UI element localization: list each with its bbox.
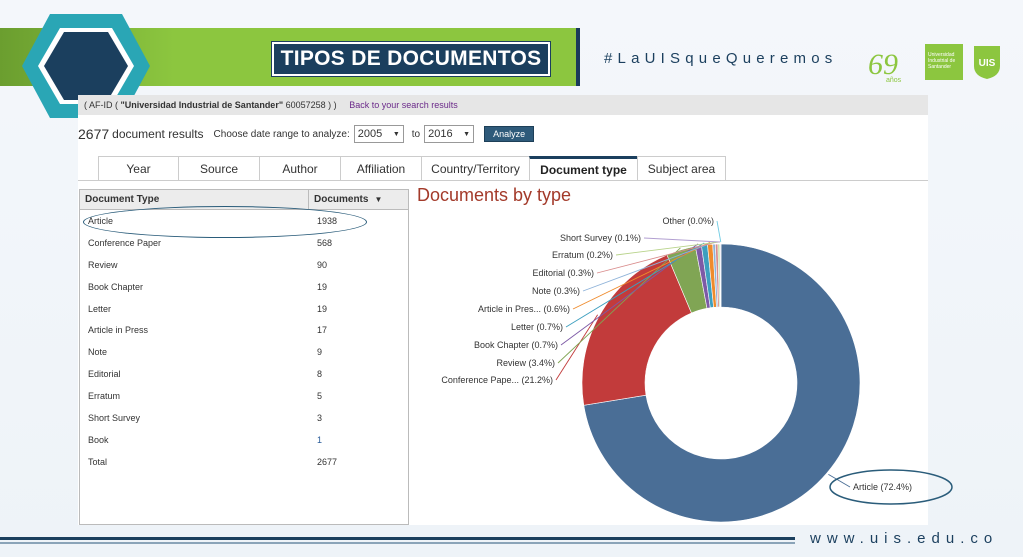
chart-data-label: Erratum (0.2%) [552,250,613,260]
chart-data-label: Conference Pape... (21.2%) [441,375,553,385]
chart-leader-line [828,473,851,488]
chart-data-label: Letter (0.7%) [511,322,563,332]
chart-data-label: Note (0.3%) [532,286,580,296]
chart-slices [581,243,861,523]
chart-data-label: Book Chapter (0.7%) [474,340,558,350]
donut-chart: Article (72.4%) Conference Pape... (21.2%… [441,216,953,523]
chart-leader-line [716,220,722,243]
chart-data-label: Short Survey (0.1%) [560,233,641,243]
chart-data-label: Review (3.4%) [496,358,555,368]
chart-slice[interactable] [581,254,692,406]
footer-url: www.uis.edu.co [810,530,999,547]
footer-line-secondary [0,542,795,544]
footer-line [0,537,795,540]
chart-data-label: Article (72.4%) [853,482,912,492]
chart-leader-line [643,237,721,243]
chart-data-label: Article in Pres... (0.6%) [478,304,570,314]
chart-data-label: Editorial (0.3%) [532,268,594,278]
chart-data-label: Other (0.0%) [662,216,714,226]
